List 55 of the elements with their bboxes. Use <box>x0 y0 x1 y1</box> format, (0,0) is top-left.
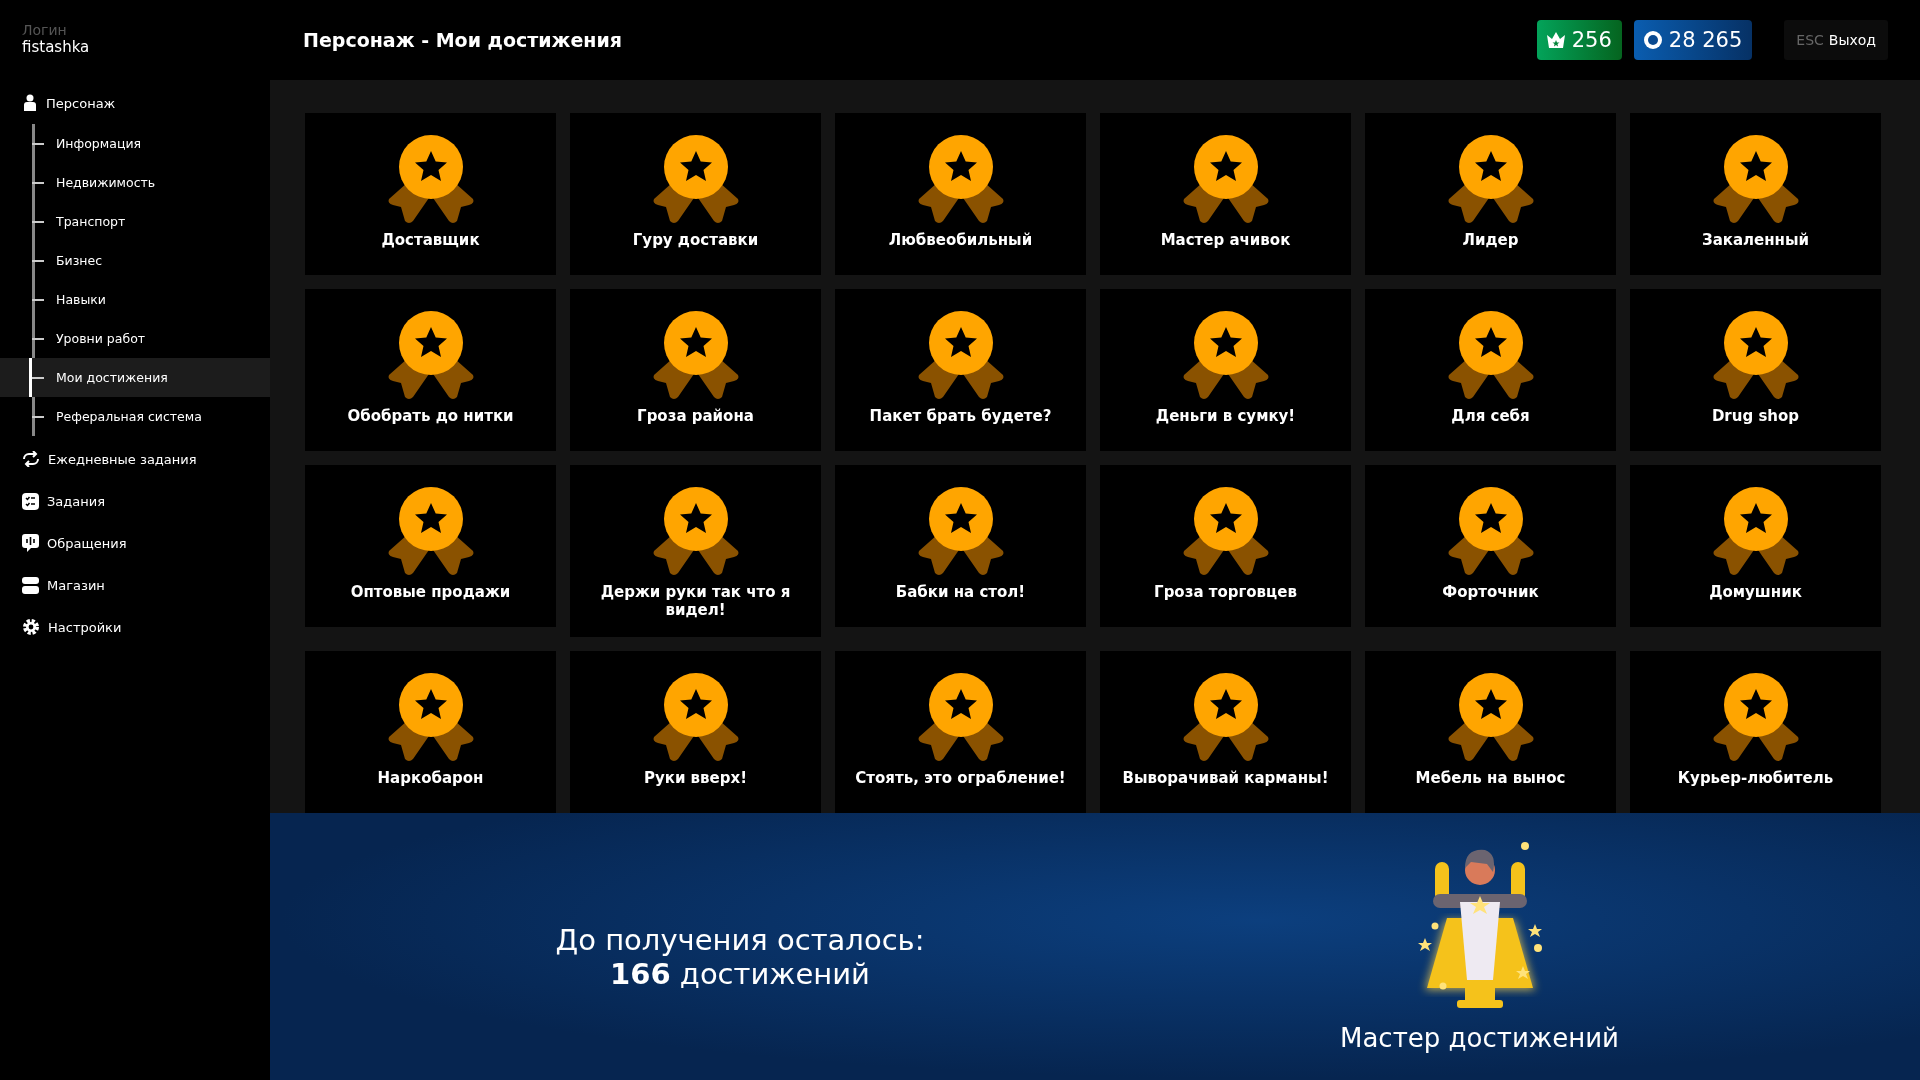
reward-title: Мастер достижений <box>1340 1023 1619 1053</box>
achievement-title: Закаленный <box>1700 231 1810 251</box>
achievement-title: Держи руки так что я видел! <box>599 583 792 621</box>
remaining-count: 166 достижений <box>610 956 870 991</box>
achievement-title: Форточник <box>1441 583 1540 603</box>
coin-icon <box>1643 31 1662 49</box>
achievement-title: Наркобарон <box>376 769 485 789</box>
username: fistashka <box>21 38 91 56</box>
achievement-title: Бабки на стол! <box>894 583 1027 603</box>
donate-balance: 256 <box>1536 20 1622 60</box>
repeat-icon <box>22 451 40 467</box>
money-balance: 28 265 <box>1633 20 1753 60</box>
sidebar-item[interactable]: Магазин <box>0 564 270 606</box>
page-title: Персонаж - Мои достижения <box>303 29 623 51</box>
sidebar-item[interactable]: Обращения <box>0 522 270 564</box>
remaining-label: До получения осталось: <box>555 922 925 957</box>
checklist-icon <box>22 492 39 510</box>
achievement-title: Гроза района <box>636 407 755 427</box>
achievement-title: Гроза торговцев <box>1153 583 1298 603</box>
submenu-item[interactable]: Мои достижения <box>0 358 270 397</box>
achievement-title: Домушник <box>1708 583 1803 603</box>
achievement-title: Доставщик <box>380 231 481 251</box>
submenu-item[interactable]: Транспорт <box>0 202 270 241</box>
sidebar-item[interactable]: Персонаж <box>0 82 270 124</box>
achievement-title: Пакет брать будете? <box>868 407 1053 427</box>
sidebar-item[interactable]: Ежедневные задания <box>0 438 270 480</box>
chat-icon <box>22 534 39 552</box>
person-icon <box>22 94 38 112</box>
achievement-title: Мебель на вынос <box>1414 769 1567 789</box>
submenu-item[interactable]: Информация <box>0 124 270 163</box>
exit-button[interactable]: ESC Выход <box>1784 20 1888 60</box>
achievement-title: Для себя <box>1450 407 1531 427</box>
achievement-title: Руки вверх! <box>642 769 749 789</box>
submenu-item[interactable]: Бизнес <box>0 241 270 280</box>
achievement-title: Курьер-любитель <box>1676 769 1835 789</box>
submenu-item[interactable]: Уровни работ <box>0 319 270 358</box>
shop-icon <box>22 576 39 594</box>
submenu-item[interactable]: Реферальная система <box>0 397 270 436</box>
achievement-title: Любвеобильный <box>887 231 1034 251</box>
achievement-title: Drug shop <box>1710 407 1801 427</box>
achievement-title: Мастер ачивок <box>1159 231 1292 251</box>
achievement-title: Выворачивай карманы! <box>1121 769 1330 789</box>
achievement-title: Оптовые продажи <box>349 583 512 603</box>
submenu-item[interactable]: Недвижимость <box>0 163 270 202</box>
crown-icon <box>1546 32 1565 48</box>
sidebar-item[interactable]: Настройки <box>0 606 270 648</box>
submenu-item[interactable]: Навыки <box>0 280 270 319</box>
login-label: Логин <box>21 22 68 38</box>
settings-icon <box>22 618 40 636</box>
achievement-title: Гуру доставки <box>631 231 760 251</box>
achievement-title: Стоять, это ограбление! <box>854 769 1067 789</box>
achievement-title: Обобрать до нитки <box>346 407 515 427</box>
sidebar-item[interactable]: Задания <box>0 480 270 522</box>
achievement-title: Лидер <box>1461 231 1520 251</box>
achievement-title: Деньги в сумку! <box>1154 407 1297 427</box>
